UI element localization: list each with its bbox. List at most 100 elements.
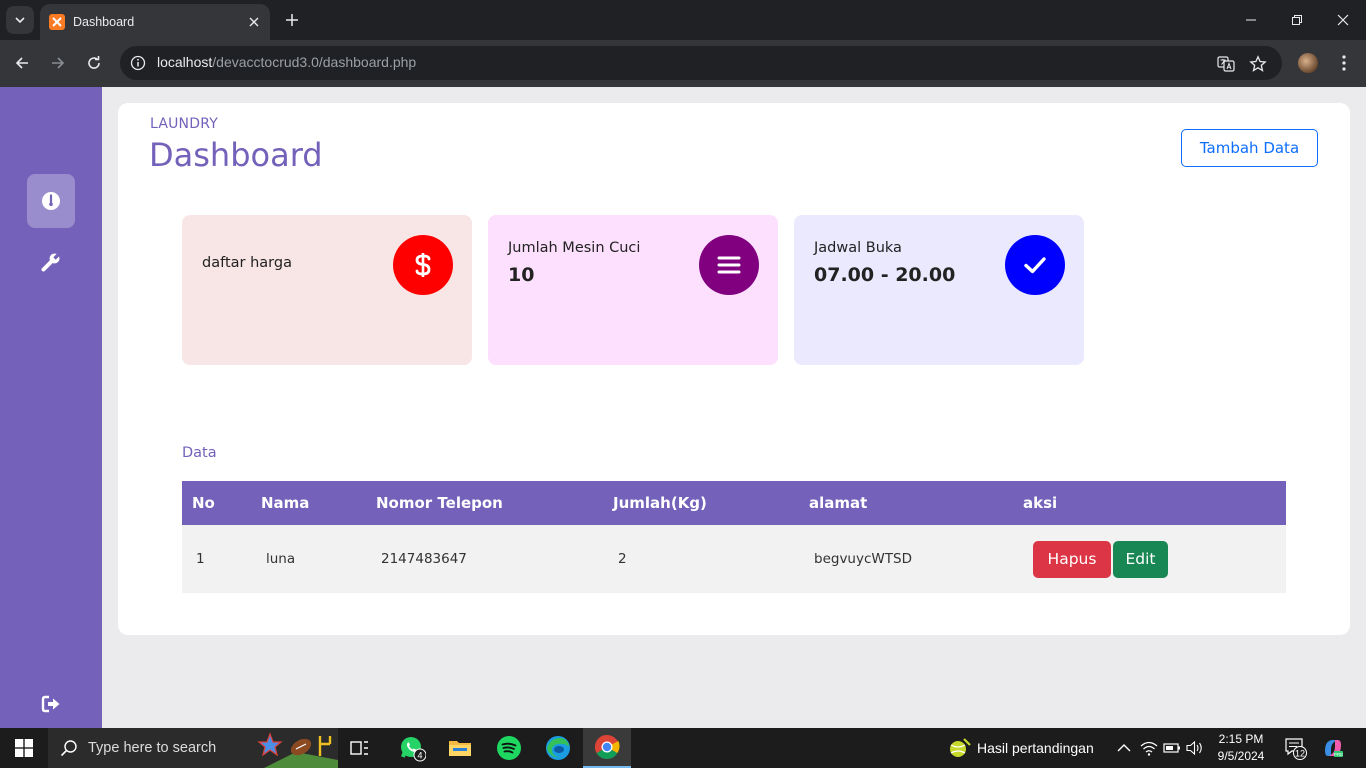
table-row: 1 luna 2147483647 2 begvuycWTSD Hapus Edi… xyxy=(182,525,1286,593)
whatsapp-icon: 4 xyxy=(401,737,426,762)
profile-avatar[interactable] xyxy=(1298,53,1318,73)
chrome-icon xyxy=(594,735,620,760)
column-header-aksi: aksi xyxy=(1023,481,1286,525)
url-text[interactable]: localhost/devacctocrud3.0/dashboard.php xyxy=(157,54,416,70)
card-value: 10 xyxy=(508,264,535,286)
clock-date: 9/5/2024 xyxy=(1217,749,1265,763)
close-window-button[interactable] xyxy=(1320,0,1366,40)
card-price-list[interactable]: daftar harga xyxy=(182,215,472,365)
copilot-icon[interactable]: PRE xyxy=(1322,737,1344,759)
column-header-nama: Nama xyxy=(261,481,376,525)
notification-center-icon[interactable]: 12 xyxy=(1284,736,1308,760)
column-header-alamat: alamat xyxy=(809,481,1023,525)
taskbar-app-chrome[interactable] xyxy=(583,728,631,768)
logout-icon xyxy=(41,695,60,713)
spotify-icon xyxy=(497,736,521,760)
wrench-icon xyxy=(41,251,62,272)
sidebar-item-settings[interactable] xyxy=(27,235,75,289)
browser-tab-bar: Dashboard xyxy=(0,0,1366,40)
column-header-jumlah: Jumlah(Kg) xyxy=(613,481,809,525)
forward-button[interactable] xyxy=(45,50,71,76)
data-section-label: Data xyxy=(182,445,217,461)
minimize-button[interactable] xyxy=(1228,0,1274,40)
column-header-no: No xyxy=(182,481,261,525)
cell-telepon: 2147483647 xyxy=(376,525,613,593)
search-icon xyxy=(60,740,77,757)
restore-button[interactable] xyxy=(1274,0,1320,40)
menu-lines-icon xyxy=(699,235,759,295)
sidebar-item-logout[interactable] xyxy=(27,677,75,728)
sidebar xyxy=(0,87,102,728)
address-bar[interactable]: localhost/devacctocrud3.0/dashboard.php xyxy=(120,46,1282,80)
reload-button[interactable] xyxy=(81,50,107,76)
browser-menu-button[interactable] xyxy=(1334,52,1354,74)
card-value: 07.00 - 20.00 xyxy=(814,264,956,286)
card-label: Jumlah Mesin Cuci xyxy=(508,240,641,256)
data-table: No Nama Nomor Telepon Jumlah(Kg) alamat … xyxy=(182,481,1286,593)
reload-icon xyxy=(88,56,100,69)
sidebar-item-dashboard[interactable] xyxy=(27,174,75,228)
battery-icon[interactable] xyxy=(1162,738,1182,758)
whatsapp-badge: 4 xyxy=(417,751,422,761)
start-button[interactable] xyxy=(0,728,48,768)
url-host: localhost xyxy=(157,54,213,70)
card-label: Jadwal Buka xyxy=(814,240,902,256)
volume-icon[interactable] xyxy=(1185,738,1205,758)
gauge-icon xyxy=(42,192,60,210)
taskbar-app-whatsapp[interactable]: 4 xyxy=(388,728,436,768)
browser-toolbar: localhost/devacctocrud3.0/dashboard.php xyxy=(0,40,1366,87)
windows-logo-icon xyxy=(15,739,33,757)
edge-icon xyxy=(546,736,570,760)
show-hidden-icons-chevron-up-icon[interactable] xyxy=(1114,738,1134,758)
taskbar: Type here to search 4 Hasil pertandingan… xyxy=(0,728,1366,768)
edit-button[interactable]: Edit xyxy=(1113,540,1168,578)
wifi-icon[interactable] xyxy=(1139,738,1159,758)
translate-icon[interactable] xyxy=(1216,54,1236,74)
content-card: LAUNDRY Dashboard Tambah Data daftar har… xyxy=(118,103,1350,635)
minimize-icon xyxy=(1246,19,1256,21)
new-tab-button[interactable] xyxy=(280,8,304,32)
taskbar-app-edge[interactable] xyxy=(534,728,582,768)
tennis-news-icon[interactable] xyxy=(947,738,971,758)
card-label: daftar harga xyxy=(202,255,292,271)
browser-tab-dashboard[interactable]: Dashboard xyxy=(40,4,270,40)
cell-jumlah: 2 xyxy=(613,525,809,593)
task-view-button[interactable] xyxy=(336,728,384,768)
news-widget-text[interactable]: Hasil pertandingan xyxy=(977,740,1094,756)
restore-icon xyxy=(1292,15,1302,25)
tab-search-button[interactable] xyxy=(6,6,34,34)
xampp-favicon-icon xyxy=(49,14,65,30)
system-clock[interactable]: 2:15 PM 9/5/2024 xyxy=(1205,731,1277,765)
cell-aksi: Hapus Edit xyxy=(1023,525,1286,593)
taskbar-app-spotify[interactable] xyxy=(485,728,533,768)
search-highlight-image xyxy=(256,730,338,768)
page-title: Dashboard xyxy=(149,136,323,174)
delete-button[interactable]: Hapus xyxy=(1033,540,1111,578)
card-washing-machines[interactable]: Jumlah Mesin Cuci 10 xyxy=(488,215,778,365)
tab-close-icon[interactable] xyxy=(244,12,264,32)
back-button[interactable] xyxy=(9,50,35,76)
cell-alamat: begvuycWTSD xyxy=(809,525,1023,593)
cell-nama: luna xyxy=(261,525,376,593)
site-info-icon[interactable] xyxy=(129,54,147,72)
search-placeholder: Type here to search xyxy=(88,740,217,756)
url-path: /devacctocrud3.0/dashboard.php xyxy=(212,54,417,70)
arrow-right-icon xyxy=(52,57,65,69)
arrow-left-icon xyxy=(15,57,28,69)
column-header-telepon: Nomor Telepon xyxy=(376,481,613,525)
notification-count: 12 xyxy=(1295,749,1305,759)
breadcrumb: LAUNDRY xyxy=(150,116,218,132)
taskbar-search-box[interactable]: Type here to search xyxy=(48,728,338,768)
chevron-down-icon xyxy=(15,17,25,24)
add-data-button[interactable]: Tambah Data xyxy=(1181,129,1318,167)
bookmark-star-icon[interactable] xyxy=(1248,54,1268,74)
cell-no: 1 xyxy=(182,525,261,593)
plus-icon xyxy=(286,14,298,26)
more-vertical-icon xyxy=(1342,55,1346,71)
table-header-row: No Nama Nomor Telepon Jumlah(Kg) alamat … xyxy=(182,481,1286,525)
page-viewport: LAUNDRY Dashboard Tambah Data daftar har… xyxy=(0,87,1366,728)
tab-title: Dashboard xyxy=(73,15,135,29)
taskbar-app-file-explorer[interactable] xyxy=(436,728,484,768)
card-opening-hours[interactable]: Jadwal Buka 07.00 - 20.00 xyxy=(794,215,1084,365)
close-icon xyxy=(1337,14,1349,26)
